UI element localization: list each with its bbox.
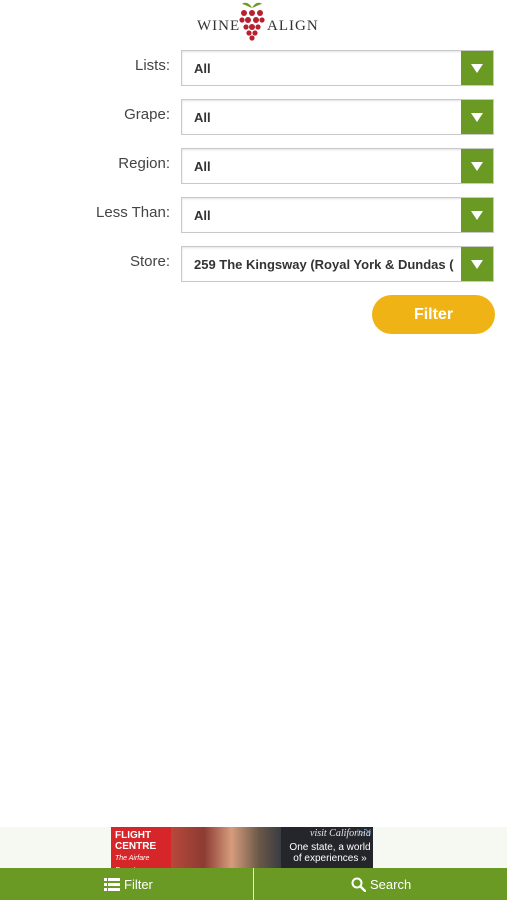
region-filter-row: Region: All xyxy=(0,148,507,186)
region-label: Region: xyxy=(118,155,170,172)
grape-logo-icon xyxy=(239,2,265,41)
bottom-nav: Filter Search xyxy=(0,868,507,900)
chevron-down-icon[interactable] xyxy=(461,100,493,134)
chevron-down-icon[interactable] xyxy=(461,247,493,281)
site-logo[interactable]: WINE ALIGN xyxy=(0,0,507,44)
lists-select-value: All xyxy=(194,61,211,76)
nav-search-button[interactable]: Search xyxy=(351,868,411,900)
less-than-filter-row: Less Than: All xyxy=(0,197,507,235)
filter-button[interactable]: Filter xyxy=(372,295,495,334)
region-select[interactable]: All xyxy=(181,148,494,184)
ad-logo-tag: The Airfare Experts xyxy=(115,855,150,868)
list-icon xyxy=(104,877,120,891)
ad-flight-centre-logo: FLIGHT CENTRE The Airfare Experts xyxy=(111,827,171,868)
nav-search-label: Search xyxy=(370,876,412,892)
nav-filter-button[interactable]: Filter xyxy=(104,868,153,900)
search-icon xyxy=(351,877,366,892)
nav-filter-label: Filter xyxy=(124,876,153,892)
less-than-select[interactable]: All xyxy=(181,197,494,233)
advertisement-banner[interactable]: FLIGHT CENTRE The Airfare Experts visit … xyxy=(111,827,373,868)
lists-select[interactable]: All xyxy=(181,50,494,86)
store-label: Store: xyxy=(129,253,170,270)
store-select-value: 259 The Kingsway (Royal York & Dundas ( xyxy=(194,257,454,272)
region-select-value: All xyxy=(194,159,211,174)
store-filter-row: Store: 259 The Kingsway (Royal York & Du… xyxy=(0,246,507,284)
grape-select-value: All xyxy=(194,110,211,125)
nav-divider xyxy=(253,868,254,900)
grape-label: Grape: xyxy=(124,106,170,123)
logo-text-left: WINE xyxy=(197,18,241,34)
less-than-select-value: All xyxy=(194,208,211,223)
chevron-down-icon[interactable] xyxy=(461,198,493,232)
lists-label: Lists: xyxy=(134,57,170,74)
ad-logo-line1: FLIGHT xyxy=(115,830,152,841)
chevron-down-icon[interactable] xyxy=(461,51,493,85)
grape-filter-row: Grape: All xyxy=(0,99,507,137)
less-than-label: Less Than: xyxy=(96,204,170,221)
chevron-down-icon[interactable] xyxy=(461,149,493,183)
logo-text-right: ALIGN xyxy=(267,18,319,34)
ad-tagline: One state, a world of experiences » xyxy=(289,842,371,864)
lists-filter-row: Lists: All xyxy=(0,50,507,88)
ad-photo xyxy=(171,827,281,868)
store-select[interactable]: 259 The Kingsway (Royal York & Dundas ( xyxy=(181,246,494,282)
ad-logo-line2: CENTRE xyxy=(115,841,157,852)
ad-close-icon[interactable]: ▷✕ xyxy=(358,827,372,838)
grape-select[interactable]: All xyxy=(181,99,494,135)
